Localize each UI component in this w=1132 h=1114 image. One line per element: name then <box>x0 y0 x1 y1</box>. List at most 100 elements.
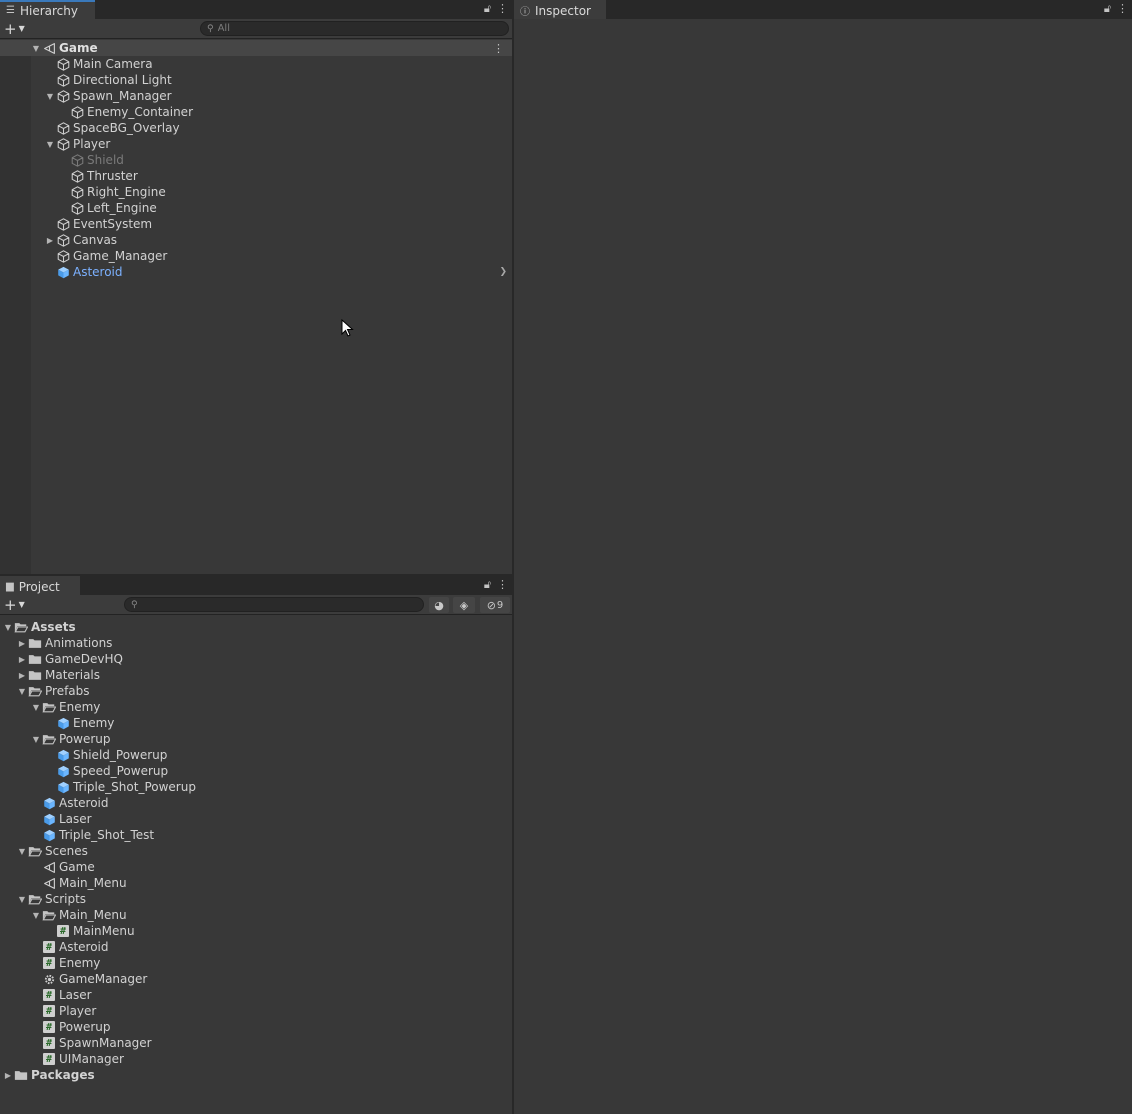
project-item[interactable]: # Player <box>0 1003 512 1019</box>
hierarchy-item[interactable]: ▶ Canvas <box>0 232 512 248</box>
hierarchy-item[interactable]: Shield <box>0 152 512 168</box>
project-item[interactable]: # Powerup <box>0 1019 512 1035</box>
hierarchy-item-label: Right_Engine <box>87 185 166 199</box>
project-item[interactable]: Game <box>0 859 512 875</box>
expand-arrow-right-icon[interactable]: ▶ <box>16 671 28 680</box>
project-item[interactable]: Main_Menu <box>0 875 512 891</box>
expand-arrow-down-icon[interactable]: ▼ <box>16 847 28 856</box>
tab-project[interactable]: ▆ Project <box>0 576 80 595</box>
plus-icon: + <box>4 19 17 38</box>
item-icon-wrap <box>56 265 70 279</box>
expand-arrow-down-icon[interactable]: ▼ <box>30 44 42 53</box>
hierarchy-item[interactable]: EventSystem <box>0 216 512 232</box>
csharp-script-icon: # <box>57 925 69 937</box>
hierarchy-item[interactable]: Asteroid ❯ <box>0 264 512 280</box>
project-item[interactable]: ▼ Prefabs <box>0 683 512 699</box>
hierarchy-tab-label: Hierarchy <box>19 3 78 18</box>
project-search[interactable]: ⚲ <box>124 597 424 612</box>
expand-arrow-right-icon[interactable]: ▶ <box>16 655 28 664</box>
project-item[interactable]: # MainMenu <box>0 923 512 939</box>
lock-icon[interactable]: 🔓︎ <box>484 578 491 592</box>
expand-arrow-down-icon[interactable]: ▼ <box>16 895 28 904</box>
expand-arrow-down-icon[interactable]: ▼ <box>30 703 42 712</box>
hierarchy-item[interactable]: Thruster <box>0 168 512 184</box>
prefab-icon <box>57 749 70 762</box>
project-item[interactable]: Triple_Shot_Powerup <box>0 779 512 795</box>
hierarchy-item[interactable]: ▼ Player <box>0 136 512 152</box>
item-icon-wrap <box>56 217 70 231</box>
hierarchy-item[interactable]: Right_Engine <box>0 184 512 200</box>
tab-hierarchy[interactable]: ☰ Hierarchy <box>0 0 95 19</box>
expand-arrow-down-icon[interactable]: ▼ <box>2 623 14 632</box>
kebab-menu-icon[interactable]: ⋮ <box>1117 2 1128 16</box>
project-item[interactable]: ▶ Animations <box>0 635 512 651</box>
hierarchy-item[interactable]: ▼ Spawn_Manager <box>0 88 512 104</box>
item-icon-wrap <box>42 812 56 826</box>
item-icon-wrap <box>28 844 42 858</box>
hierarchy-toolbar: + ▼ ⚲ <box>0 19 512 39</box>
hierarchy-item-label: Directional Light <box>73 73 172 87</box>
kebab-menu-icon[interactable]: ⋮ <box>497 2 508 16</box>
expand-arrow-down-icon[interactable]: ▼ <box>30 735 42 744</box>
hierarchy-search[interactable]: ⚲ <box>200 21 509 36</box>
search-by-label-icon[interactable]: ◈ <box>453 597 475 613</box>
hierarchy-item[interactable]: Enemy_Container <box>0 104 512 120</box>
project-item[interactable]: Speed_Powerup <box>0 763 512 779</box>
project-item[interactable]: ▼ Powerup <box>0 731 512 747</box>
project-item-label: Animations <box>45 636 113 650</box>
hierarchy-item-label: Spawn_Manager <box>73 89 172 103</box>
project-item[interactable]: Triple_Shot_Test <box>0 827 512 843</box>
expand-arrow-right-icon[interactable]: ▶ <box>44 236 56 245</box>
project-item[interactable]: ▶ GameDevHQ <box>0 651 512 667</box>
project-search-input[interactable] <box>141 599 423 610</box>
expand-arrow-down-icon[interactable]: ▼ <box>16 687 28 696</box>
expand-arrow-down-icon[interactable]: ▼ <box>44 92 56 101</box>
project-item[interactable]: # SpawnManager <box>0 1035 512 1051</box>
project-item[interactable]: ▼ Scenes <box>0 843 512 859</box>
hierarchy-item[interactable]: Game_Manager <box>0 248 512 264</box>
item-icon-wrap <box>70 201 84 215</box>
tab-inspector[interactable]: ⓘ Inspector <box>514 0 606 19</box>
project-item[interactable]: Asteroid <box>0 795 512 811</box>
expand-arrow-down-icon[interactable]: ▼ <box>30 911 42 920</box>
project-item[interactable]: # Laser <box>0 987 512 1003</box>
hierarchy-item[interactable]: Left_Engine <box>0 200 512 216</box>
open-prefab-icon[interactable]: ❯ <box>499 267 507 277</box>
project-item-label: Scripts <box>45 892 87 906</box>
expand-arrow-right-icon[interactable]: ▶ <box>16 639 28 648</box>
plus-icon: + <box>4 595 17 614</box>
project-item[interactable]: # UIManager <box>0 1051 512 1067</box>
kebab-menu-icon[interactable]: ⋮ <box>497 578 508 592</box>
project-item[interactable]: # Asteroid <box>0 939 512 955</box>
search-by-type-icon[interactable]: ◕ <box>429 597 449 613</box>
scene-menu-icon[interactable]: ⋮ <box>493 42 504 55</box>
hierarchy-search-input[interactable] <box>217 23 508 34</box>
gameobject-icon <box>57 57 70 71</box>
project-item[interactable]: ▼ Scripts <box>0 891 512 907</box>
lock-icon[interactable]: 🔓︎ <box>484 2 491 16</box>
project-item[interactable]: GameManager <box>0 971 512 987</box>
scene-icon <box>43 42 56 55</box>
hidden-packages-toggle[interactable]: ⊘ 9 <box>480 597 510 613</box>
folder-open-icon <box>42 701 56 713</box>
expand-arrow-down-icon[interactable]: ▼ <box>44 140 56 149</box>
project-item[interactable]: Laser <box>0 811 512 827</box>
project-item[interactable]: # Enemy <box>0 955 512 971</box>
project-item[interactable]: ▼ Enemy <box>0 699 512 715</box>
hierarchy-item-label: Left_Engine <box>87 201 157 215</box>
hierarchy-item[interactable]: SpaceBG_Overlay <box>0 120 512 136</box>
hierarchy-item[interactable]: Main Camera <box>0 56 512 72</box>
project-item[interactable]: ▼ Assets <box>0 619 512 635</box>
lock-icon[interactable]: 🔓︎ <box>1104 2 1111 16</box>
project-item[interactable]: ▼ Main_Menu <box>0 907 512 923</box>
project-item[interactable]: ▶ Materials <box>0 667 512 683</box>
hierarchy-item[interactable]: Directional Light <box>0 72 512 88</box>
project-item[interactable]: ▶ Packages <box>0 1067 512 1083</box>
expand-arrow-right-icon[interactable]: ▶ <box>2 1071 14 1080</box>
create-button[interactable]: + ▼ <box>4 595 32 614</box>
project-item[interactable]: Shield_Powerup <box>0 747 512 763</box>
create-button[interactable]: + ▼ <box>4 19 32 38</box>
project-item[interactable]: Enemy <box>0 715 512 731</box>
hierarchy-item[interactable]: ▼ Game ⋮ <box>0 40 512 56</box>
hierarchy-item-label: Game_Manager <box>73 249 168 263</box>
